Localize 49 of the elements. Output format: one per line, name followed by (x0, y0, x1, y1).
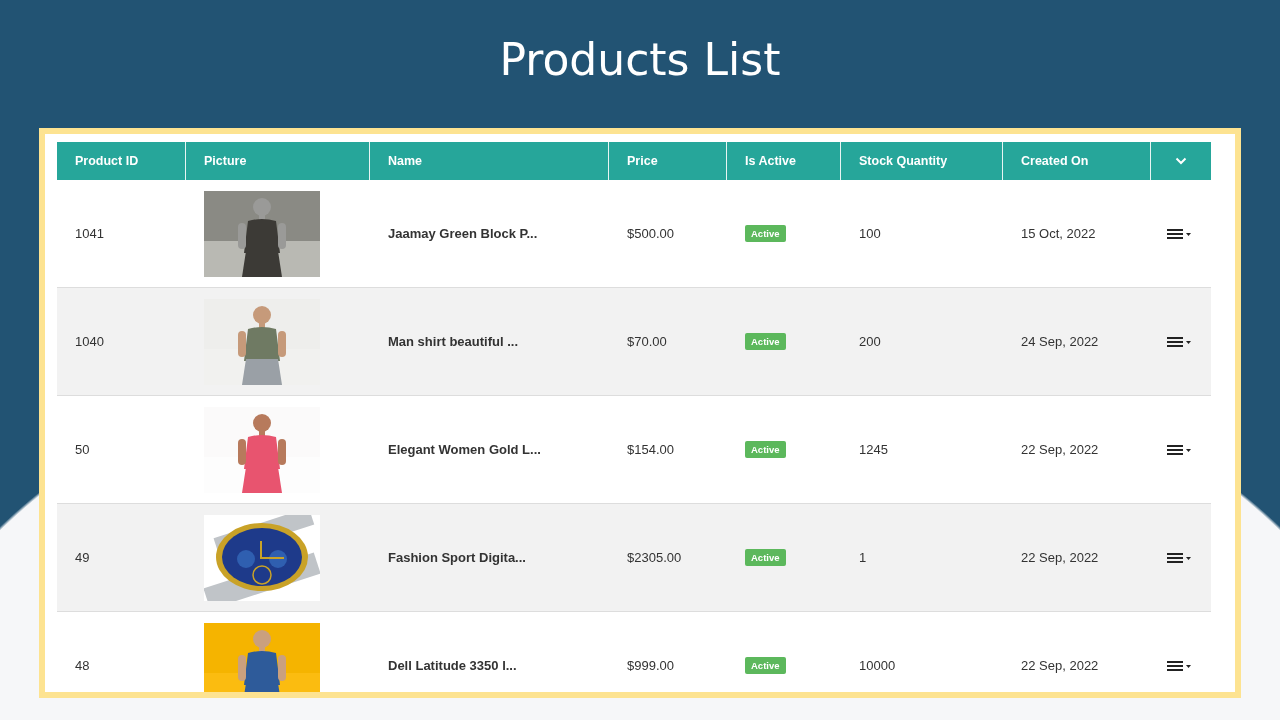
menu-icon (1167, 552, 1192, 563)
column-header[interactable]: Picture (204, 154, 247, 168)
column-header[interactable]: Stock Quantity (859, 154, 948, 168)
chevron-down-icon[interactable] (1175, 157, 1187, 165)
created-date: 22 Sep, 2022 (1021, 550, 1099, 565)
stock-quantity: 10000 (859, 658, 896, 673)
stock-quantity: 1 (859, 550, 867, 565)
row-menu-button[interactable] (1167, 228, 1192, 239)
created-date: 22 Sep, 2022 (1021, 658, 1099, 673)
product-price: $500.00 (627, 226, 674, 241)
product-name: Man shirt beautiful ... (388, 334, 518, 349)
product-name: Jaamay Green Block P... (388, 226, 538, 241)
status-badge: Active (745, 441, 786, 458)
stock-quantity: 100 (859, 226, 881, 241)
menu-icon (1167, 660, 1192, 671)
product-price: $70.00 (627, 334, 667, 349)
product-price: $154.00 (627, 442, 674, 457)
status-badge: Active (745, 225, 786, 242)
column-header[interactable]: Created On (1021, 154, 1089, 168)
row-menu-button[interactable] (1167, 336, 1192, 347)
column-header[interactable]: Name (388, 154, 423, 168)
product-id: 1040 (75, 334, 104, 349)
created-date: 24 Sep, 2022 (1021, 334, 1099, 349)
row-menu-button[interactable] (1167, 444, 1192, 455)
status-badge: Active (745, 549, 786, 566)
menu-icon (1167, 444, 1192, 455)
created-date: 22 Sep, 2022 (1021, 442, 1099, 457)
product-name: Fashion Sport Digita... (388, 550, 526, 565)
product-id: 50 (75, 442, 90, 457)
stock-quantity: 200 (859, 334, 881, 349)
row-menu-button[interactable] (1167, 552, 1192, 563)
product-id: 48 (75, 658, 90, 673)
row-menu-button[interactable] (1167, 660, 1192, 671)
product-price: $2305.00 (627, 550, 682, 565)
column-header[interactable]: Is Active (745, 154, 796, 168)
menu-icon (1167, 336, 1192, 347)
product-id: 49 (75, 550, 90, 565)
product-price: $999.00 (627, 658, 674, 673)
status-badge: Active (745, 333, 786, 350)
status-badge: Active (745, 657, 786, 674)
product-id: 1041 (75, 226, 104, 241)
column-header[interactable]: Price (627, 154, 658, 168)
product-name: Elegant Women Gold L... (388, 442, 541, 457)
product-name: Dell Latitude 3350 l... (388, 658, 517, 673)
stock-quantity: 1245 (859, 442, 888, 457)
created-date: 15 Oct, 2022 (1021, 226, 1096, 241)
page-title: Products List (499, 33, 781, 87)
column-header[interactable]: Product ID (75, 154, 139, 168)
menu-icon (1167, 228, 1192, 239)
